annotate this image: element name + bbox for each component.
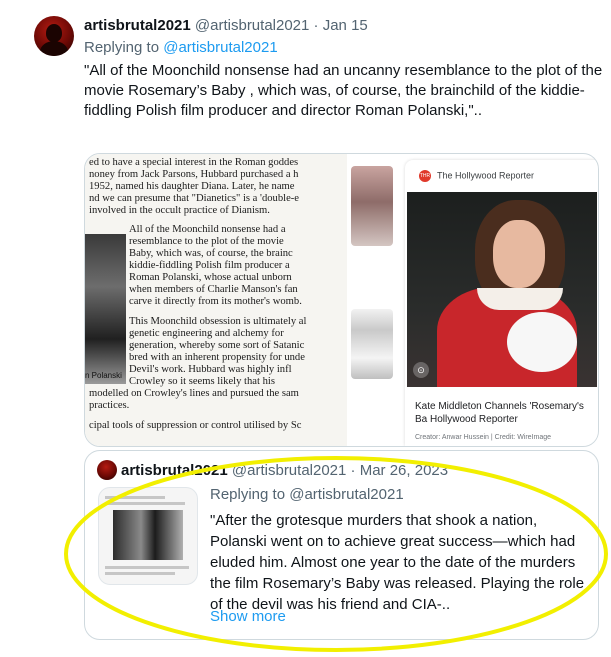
avatar-silhouette-head xyxy=(46,24,62,42)
scan-line: carve it directly from its mother's womb… xyxy=(129,296,302,307)
replying-prefix: Replying to xyxy=(84,39,160,56)
scan-line: All of the Moonchild nonsense had a xyxy=(129,224,286,235)
scanned-page-image[interactable]: ed to have a special interest in the Rom… xyxy=(85,154,347,446)
header-separator: · xyxy=(313,17,319,34)
scan-line: cipal tools of suppression or control ut… xyxy=(89,420,302,431)
tweet-text: "All of the Moonchild nonsense had an un… xyxy=(84,62,603,119)
card-photo[interactable]: ⊙ xyxy=(407,192,597,387)
quote-display-name: artisbrutal2021 xyxy=(121,462,228,479)
thumb-text-bar xyxy=(105,496,165,499)
thumb-photo xyxy=(113,510,183,560)
scan-line: resemblance to the plot of the movie xyxy=(129,236,284,247)
quote-replying-to: Replying to @artisbrutal2021 xyxy=(210,486,404,503)
replying-to-line: Replying to @artisbrutal2021 xyxy=(84,39,278,56)
scan-line: bred with an inherent propensity for und… xyxy=(129,352,305,363)
scan-line: nd we can presume that "Dianetics" is a … xyxy=(89,193,300,204)
thumb-text-bar xyxy=(105,502,185,505)
quote-header: artisbrutal2021 @artisbrutal2021 · Mar 2… xyxy=(121,461,448,481)
scan-line: when members of Charlie Manson's fan xyxy=(129,284,298,295)
scan-line: This Moonchild obsession is ultimately a… xyxy=(129,316,307,327)
tweet-date[interactable]: Jan 15 xyxy=(323,17,368,34)
media-grid[interactable]: ed to have a special interest in the Rom… xyxy=(84,153,599,447)
image-thumbnail[interactable] xyxy=(351,166,393,246)
card-title[interactable]: Kate Middleton Channels 'Rosemary's Ba H… xyxy=(415,400,595,426)
scan-line: Crowley so it seems likely that his xyxy=(129,376,275,387)
quote-date: Mar 26, 2023 xyxy=(359,462,449,479)
avatar-silhouette-body xyxy=(40,41,68,56)
thumb-text-bar xyxy=(105,572,175,575)
quote-avatar xyxy=(97,460,117,480)
scan-line: Devil's work. Hubbard was highly infl xyxy=(129,364,292,375)
hollywood-reporter-logo-icon: THR xyxy=(419,170,431,182)
scan-line: involved in the occult practice of Diani… xyxy=(89,205,270,216)
card-source-name: The Hollywood Reporter xyxy=(437,170,535,181)
show-more-link[interactable]: Show more xyxy=(210,608,286,625)
quoted-tweet[interactable]: artisbrutal2021 @artisbrutal2021 · Mar 2… xyxy=(84,450,599,640)
quote-header-separator: · xyxy=(350,462,356,479)
scan-line: noney from Jack Parsons, Hubbard purchas… xyxy=(89,169,299,180)
photo-collar xyxy=(477,288,563,310)
scan-line: genetic engineering and alchemy for xyxy=(129,328,284,339)
thumb-text-bar xyxy=(105,566,189,569)
photo-baby xyxy=(507,312,577,372)
card-source: THR The Hollywood Reporter xyxy=(419,170,534,182)
avatar[interactable] xyxy=(34,16,74,56)
user-handle[interactable]: @artisbrutal2021 xyxy=(195,17,309,34)
tweet-header: artisbrutal2021 @artisbrutal2021 · Jan 1… xyxy=(84,16,368,36)
search-result-card[interactable]: THR The Hollywood Reporter ⊙ Kate Middlet… xyxy=(405,160,598,446)
photo-face xyxy=(493,220,545,288)
display-name[interactable]: artisbrutal2021 xyxy=(84,17,191,34)
tweet-page: artisbrutal2021 @artisbrutal2021 · Jan 1… xyxy=(0,0,611,657)
quote-media-thumbnail[interactable] xyxy=(98,487,198,585)
lens-icon[interactable]: ⊙ xyxy=(413,362,429,378)
replying-to-link[interactable]: @artisbrutal2021 xyxy=(163,39,277,56)
image-thumbnail[interactable] xyxy=(351,309,393,379)
quote-text: "After the grotesque murders that shook … xyxy=(210,512,585,613)
scan-line: Roman Polanski, whose actual unborn xyxy=(129,272,292,283)
scan-line: ed to have a special interest in the Rom… xyxy=(89,157,299,168)
scan-line: 1952, named his daughter Diana. Later, h… xyxy=(89,181,295,192)
quote-user-handle: @artisbrutal2021 xyxy=(231,462,347,479)
scan-line: kiddie-fiddling Polish film producer a xyxy=(129,260,290,271)
scan-line: practices. xyxy=(89,400,130,411)
card-credit: Creator: Anwar Hussein | Credit: WireIma… xyxy=(415,434,552,441)
scan-line: generation, whereby some sort of Satanic xyxy=(129,340,305,351)
photo-caption: n Polanski xyxy=(85,370,122,380)
scan-line: Baby, which was, of course, the brainc xyxy=(129,248,293,259)
scan-line: modelled on Crowley's lines and pursued … xyxy=(89,388,299,399)
polanski-photo: n Polanski xyxy=(85,234,126,384)
